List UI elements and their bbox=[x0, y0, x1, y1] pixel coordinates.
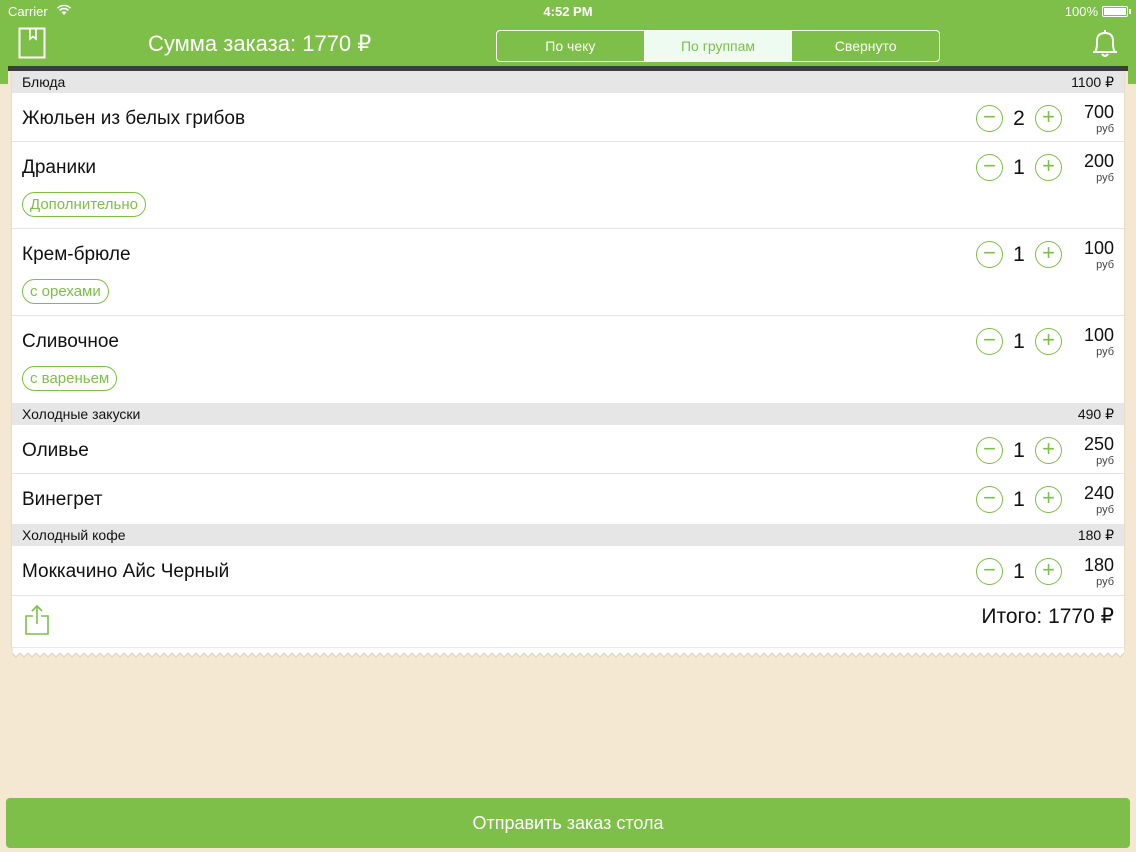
item-qty: 1 bbox=[1013, 156, 1025, 179]
order-item: Жюльен из белых грибов − 2 + 700 руб bbox=[12, 93, 1124, 142]
decrease-qty-button[interactable]: − bbox=[976, 241, 1003, 268]
item-qty: 2 bbox=[1013, 107, 1025, 130]
item-currency: руб bbox=[1096, 123, 1114, 135]
group-sum: 180 ₽ bbox=[1077, 527, 1114, 543]
battery-icon bbox=[1102, 6, 1128, 17]
decrease-qty-button[interactable]: − bbox=[976, 558, 1003, 585]
item-currency: руб bbox=[1096, 576, 1114, 588]
item-currency: руб bbox=[1096, 172, 1114, 184]
group-header: Холодный кофе 180 ₽ bbox=[12, 524, 1124, 546]
item-name: Драники bbox=[22, 157, 97, 178]
header-edge-left bbox=[0, 68, 8, 84]
status-bar: Carrier 4:52 PM 100% bbox=[0, 0, 1136, 22]
group-name: Блюда bbox=[22, 74, 66, 90]
segment-by-receipt[interactable]: По чеку bbox=[497, 31, 645, 61]
item-currency: руб bbox=[1096, 455, 1114, 467]
item-name: Оливье bbox=[22, 440, 89, 461]
order-receipt: Блюда 1100 ₽ Жюльен из белых грибов − 2 … bbox=[12, 71, 1124, 649]
item-name: Крем-брюле bbox=[22, 244, 131, 265]
order-item: Драники − 1 + 200 руб Дополнительно bbox=[12, 142, 1124, 229]
view-mode-segmented-control: По чеку По группам Свернуто bbox=[496, 30, 940, 62]
menu-book-icon[interactable] bbox=[18, 27, 46, 59]
item-currency: руб bbox=[1096, 346, 1114, 358]
battery-tip bbox=[1129, 9, 1131, 14]
decrease-qty-button[interactable]: − bbox=[976, 105, 1003, 132]
item-currency: руб bbox=[1096, 504, 1114, 516]
segment-by-groups[interactable]: По группам bbox=[644, 31, 793, 61]
clock: 4:52 PM bbox=[543, 4, 593, 19]
order-item: Крем-брюле − 1 + 100 руб с орехами bbox=[12, 229, 1124, 316]
group-header: Холодные закуски 490 ₽ bbox=[12, 403, 1124, 425]
item-qty: 1 bbox=[1013, 560, 1025, 583]
item-price: 700 bbox=[1083, 102, 1114, 122]
order-total: Итого: 1770 ₽ bbox=[981, 605, 1114, 628]
item-qty: 1 bbox=[1013, 330, 1025, 353]
order-item: Винегрет − 1 + 240 руб bbox=[12, 474, 1124, 523]
item-price: 250 bbox=[1083, 434, 1114, 454]
group-header: Блюда 1100 ₽ bbox=[12, 71, 1124, 93]
order-sum-title: Сумма заказа: 1770 ₽ bbox=[148, 31, 372, 56]
order-item: Сливочное − 1 + 100 руб с вареньем bbox=[12, 316, 1124, 403]
item-name: Винегрет bbox=[22, 489, 103, 510]
item-qty: 1 bbox=[1013, 243, 1025, 266]
group-sum: 490 ₽ bbox=[1077, 406, 1114, 422]
header-edge-right bbox=[1128, 68, 1136, 84]
decrease-qty-button[interactable]: − bbox=[976, 154, 1003, 181]
item-modifier-tag[interactable]: Дополнительно bbox=[22, 192, 146, 217]
item-currency: руб bbox=[1096, 259, 1114, 271]
segment-collapsed[interactable]: Свернуто bbox=[792, 31, 939, 61]
item-name: Жюльен из белых грибов bbox=[22, 108, 246, 129]
decrease-qty-button[interactable]: − bbox=[976, 437, 1003, 464]
group-name: Холодный кофе bbox=[22, 527, 126, 543]
item-qty: 1 bbox=[1013, 439, 1025, 462]
item-price: 180 bbox=[1083, 555, 1114, 575]
item-name: Сливочное bbox=[22, 331, 119, 352]
order-item: Оливье − 1 + 250 руб bbox=[12, 425, 1124, 474]
group-sum: 1100 ₽ bbox=[1071, 74, 1114, 90]
item-price: 240 bbox=[1083, 483, 1114, 503]
item-price: 100 bbox=[1083, 238, 1114, 258]
receipt-torn-edge bbox=[12, 647, 1124, 658]
item-price: 100 bbox=[1083, 325, 1114, 345]
item-name: Моккачино Айс Черный bbox=[22, 561, 230, 582]
battery-percent: 100% bbox=[1064, 4, 1098, 19]
send-table-order-button[interactable]: Отправить заказ стола bbox=[6, 798, 1130, 848]
group-name: Холодные закуски bbox=[22, 406, 141, 422]
item-price: 200 bbox=[1083, 151, 1114, 171]
item-qty: 1 bbox=[1013, 488, 1025, 511]
share-icon[interactable] bbox=[24, 604, 50, 636]
item-modifier-tag[interactable]: с орехами bbox=[22, 279, 109, 304]
order-item: Моккачино Айс Черный − 1 + 180 руб bbox=[12, 546, 1124, 596]
decrease-qty-button[interactable]: − bbox=[976, 486, 1003, 513]
top-bar: Carrier 4:52 PM 100% Сумма заказа: 1770 … bbox=[0, 0, 1136, 68]
item-modifier-tag[interactable]: с вареньем bbox=[22, 366, 118, 391]
bell-icon[interactable] bbox=[1090, 28, 1120, 60]
decrease-qty-button[interactable]: − bbox=[976, 328, 1003, 355]
